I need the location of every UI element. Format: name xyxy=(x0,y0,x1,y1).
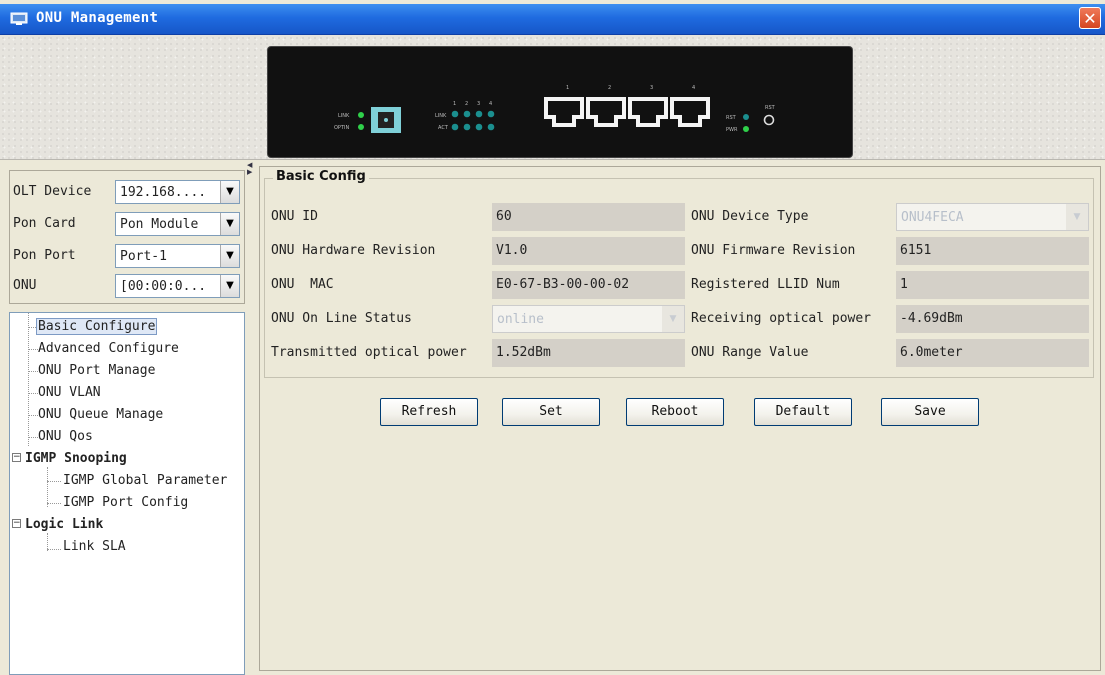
range-label: ONU Range Value xyxy=(691,345,809,360)
svg-text:1: 1 xyxy=(566,85,569,91)
pon-port-select[interactable]: Port-1 ▼ xyxy=(115,244,240,268)
pon-port-row: Pon Port Port-1 ▼ xyxy=(10,242,244,270)
pwr-led xyxy=(743,126,749,132)
olt-device-select[interactable]: 192.168.... ▼ xyxy=(115,180,240,204)
status-label: ONU On Line Status xyxy=(271,311,412,326)
device-panel-area: LINK OPTIN LINK ACT 1 2 3 4 1 2 3 4 RST … xyxy=(0,35,1105,160)
onu-row: ONU [00:00:0... ▼ xyxy=(10,272,244,300)
pon-card-row: Pon Card Pon Module ▼ xyxy=(10,210,244,238)
svg-text:4: 4 xyxy=(489,101,492,107)
splitter-arrows-icon[interactable]: ◀ ▶ xyxy=(247,162,252,176)
default-button[interactable]: Default xyxy=(754,398,852,426)
fw-rev-value: 6151 xyxy=(896,237,1089,265)
rx-power-value: -4.69dBm xyxy=(896,305,1089,333)
title-bar: ONU Management ✕ xyxy=(0,4,1105,35)
collapse-icon[interactable]: − xyxy=(12,519,21,528)
svg-text:4: 4 xyxy=(692,85,695,91)
onu-label: ONU xyxy=(13,278,37,293)
tx-power-value: 1.52dBm xyxy=(492,339,685,367)
pon-port-label: Pon Port xyxy=(13,248,76,263)
device-type-label: ONU Device Type xyxy=(691,209,809,224)
set-button[interactable]: Set xyxy=(502,398,600,426)
svg-text:2: 2 xyxy=(465,101,468,107)
rx-power-label: Receiving optical power xyxy=(691,311,872,326)
pon-card-label: Pon Card xyxy=(13,216,76,231)
tx-power-label: Transmitted optical power xyxy=(271,345,467,360)
reboot-button[interactable]: Reboot xyxy=(626,398,724,426)
status-select[interactable]: online ▼ xyxy=(492,305,685,333)
llid-value: 1 xyxy=(896,271,1089,299)
mac-value: E0-67-B3-00-00-02 xyxy=(492,271,685,299)
ethernet-ports xyxy=(544,97,710,127)
chevron-down-icon[interactable]: ▼ xyxy=(220,181,239,203)
link-led xyxy=(358,112,364,118)
window-title: ONU Management xyxy=(36,10,159,26)
panel-splitter[interactable]: ◀ ▶ xyxy=(247,160,257,675)
svg-text:RST: RST xyxy=(765,105,776,111)
reset-hole xyxy=(763,114,775,126)
refresh-button[interactable]: Refresh xyxy=(380,398,478,426)
chevron-down-icon[interactable]: ▼ xyxy=(1066,204,1088,230)
basic-config-group: Basic Config ONU ID 60 ONU Device Type O… xyxy=(264,169,1094,378)
device-type-select[interactable]: ONU4FECA ▼ xyxy=(896,203,1089,231)
olt-device-row: OLT Device 192.168.... ▼ xyxy=(10,178,244,206)
optin-led xyxy=(358,124,364,130)
basic-config-panel: Basic Config ONU ID 60 ONU Device Type O… xyxy=(259,166,1101,671)
onu-id-value: 60 xyxy=(492,203,685,231)
range-value: 6.0meter xyxy=(896,339,1089,367)
svg-text:3: 3 xyxy=(477,101,480,107)
pon-card-select[interactable]: Pon Module ▼ xyxy=(115,212,240,236)
group-title: Basic Config xyxy=(273,169,369,184)
onu-select[interactable]: [00:00:0... ▼ xyxy=(115,274,240,298)
svg-text:RST: RST xyxy=(726,115,737,121)
fw-rev-label: ONU Firmware Revision xyxy=(691,243,856,258)
olt-device-label: OLT Device xyxy=(13,184,92,199)
llid-label: Registered LLID Num xyxy=(691,277,840,292)
mac-label: ONU MAC xyxy=(271,277,334,292)
device-selector-panel: OLT Device 192.168.... ▼ Pon Card Pon Mo… xyxy=(9,170,245,304)
port-leds xyxy=(451,110,495,131)
onu-device-image: LINK OPTIN LINK ACT 1 2 3 4 1 2 3 4 RST … xyxy=(268,47,852,157)
onu-id-label: ONU ID xyxy=(271,209,318,224)
svg-text:PWR: PWR xyxy=(726,127,738,133)
hw-rev-value: V1.0 xyxy=(492,237,685,265)
svg-text:3: 3 xyxy=(650,85,653,91)
chevron-down-icon[interactable]: ▼ xyxy=(220,275,239,297)
chevron-down-icon[interactable]: ▼ xyxy=(662,306,684,332)
svg-text:2: 2 xyxy=(608,85,611,91)
save-button[interactable]: Save xyxy=(881,398,979,426)
config-tree: Basic Configure Advanced Configure ONU P… xyxy=(9,312,245,675)
svg-text:1: 1 xyxy=(453,101,456,107)
chevron-down-icon[interactable]: ▼ xyxy=(220,213,239,235)
svg-text:ACT: ACT xyxy=(438,125,449,131)
chevron-down-icon[interactable]: ▼ xyxy=(220,245,239,267)
link-label: LINK xyxy=(338,113,350,119)
optin-label: OPTIN xyxy=(334,125,349,131)
close-button[interactable]: ✕ xyxy=(1079,7,1101,29)
svg-text:LINK: LINK xyxy=(435,113,447,119)
collapse-icon[interactable]: − xyxy=(12,453,21,462)
app-monitor-icon xyxy=(10,12,28,25)
hw-rev-label: ONU Hardware Revision xyxy=(271,243,436,258)
